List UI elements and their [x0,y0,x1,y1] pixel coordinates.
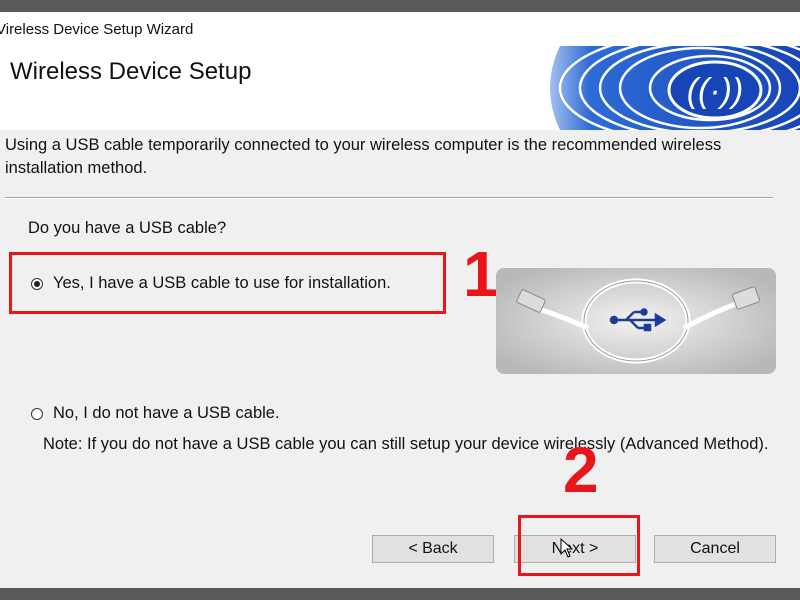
advanced-note: Note: If you do not have a USB cable you… [43,435,769,453]
setup-wizard-window: Vireless Device Setup Wizard Wireless De… [0,0,800,600]
window-frame-top [0,0,800,12]
usb-question: Do you have a USB cable? [28,219,227,237]
usb-cable-image [496,268,776,374]
cancel-button[interactable]: Cancel [654,535,776,563]
intro-text: Using a USB cable temporarily connected … [5,136,722,177]
usb-no-label[interactable]: No, I do not have a USB cable. [53,404,280,423]
page-title: Wireless Device Setup [10,58,252,85]
usb-no-radio[interactable] [31,408,43,420]
wireless-banner: ((·)) [520,46,800,130]
window-frame-bottom [0,588,800,600]
window-title: Vireless Device Setup Wizard [0,21,194,38]
back-button[interactable]: < Back [372,535,494,563]
step2-highlight [518,515,640,576]
step2-number: 2 [563,434,599,506]
mouse-cursor-icon [560,538,574,558]
step1-number: 1 [463,238,499,310]
wireless-signal-icon: ((·)) [520,46,800,130]
divider [5,197,773,199]
step1-highlight [9,252,446,314]
usb-icon [496,268,776,374]
svg-text:((·)): ((·)) [687,72,744,110]
